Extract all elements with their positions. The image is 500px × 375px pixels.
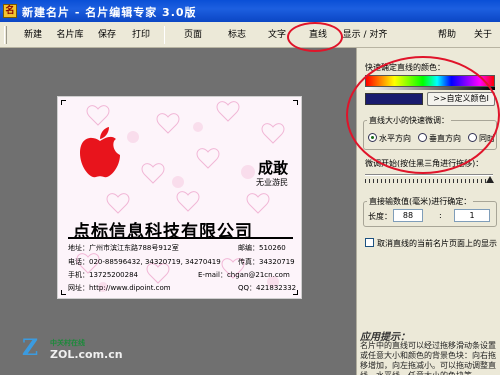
horizontal-radio[interactable]: [368, 133, 377, 142]
watermark-domain: ZOL.com.cn: [50, 348, 123, 361]
corner-mark: [61, 100, 66, 105]
thickness-input[interactable]: 1: [454, 209, 490, 222]
card-divider-line[interactable]: [68, 237, 293, 239]
print-button[interactable]: 打印: [126, 27, 156, 43]
zol-logo: Z: [22, 335, 39, 361]
card-person-name[interactable]: 成敢: [258, 157, 288, 178]
app-icon: 名: [3, 4, 17, 18]
numeric-group-title: 直接输数值(毫米)进行确定：: [367, 196, 474, 207]
hide-line-label[interactable]: 取消直线的当前名片页面上的显示: [377, 238, 497, 249]
page-button[interactable]: 页面: [178, 27, 208, 43]
color-spectrum-picker[interactable]: [365, 75, 495, 87]
length-label: 长度：: [368, 212, 392, 221]
card-phone[interactable]: 电话：020-88596432, 34320719, 34270419: [68, 257, 221, 267]
corner-mark: [293, 100, 298, 105]
hint-body: 名片中的直线可以经过拖移滑动条设置或任意大小和颜色的背景色块：向右拖移增加，向左…: [360, 341, 496, 375]
horizontal-radio-label[interactable]: 水平方向: [379, 133, 411, 144]
card-qq[interactable]: QQ：421832332: [238, 283, 296, 293]
both-radio[interactable]: [468, 133, 477, 142]
corner-mark: [61, 290, 66, 295]
both-radio-label[interactable]: 同时: [479, 133, 495, 144]
card-address[interactable]: 地址：广州市滨江东路788号912室: [68, 243, 179, 253]
card-postcode[interactable]: 邮编：510260: [238, 243, 286, 253]
size-slider-track[interactable]: [365, 174, 493, 176]
toolbar-separator: [164, 26, 165, 44]
watermark-site-name: 中关村在线: [50, 339, 85, 347]
card-fax[interactable]: 传真：34320719: [238, 257, 295, 267]
colon-label: :: [439, 211, 442, 220]
title-bar: 名 新建名片 - 名片编辑专家 3.0版: [0, 0, 500, 22]
save-button[interactable]: 保存: [92, 27, 122, 43]
size-group-title: 直线大小的快速微调：: [367, 115, 451, 126]
slider-thumb[interactable]: [486, 176, 494, 183]
help-button[interactable]: 帮助: [432, 27, 462, 43]
logo-button[interactable]: 标志: [222, 27, 252, 43]
slider-ticks: [365, 179, 493, 183]
display-align-button[interactable]: 显示 / 对齐: [340, 27, 390, 43]
line-button[interactable]: 直线: [303, 27, 333, 43]
apple-logo[interactable]: [78, 127, 122, 179]
card-website[interactable]: 网址：http://www.dipoint.com: [68, 283, 171, 293]
text-button[interactable]: 文字: [262, 27, 292, 43]
card-person-title[interactable]: 无业游民: [256, 177, 288, 188]
hide-line-checkbox[interactable]: [365, 238, 374, 247]
card-email[interactable]: E-mail：chgan@21cn.com: [198, 270, 290, 280]
main-toolbar: 新建 名片库 保存 打印 页面 标志 文字 直线 显示 / 对齐 帮助 关于: [0, 22, 500, 48]
custom-color-button[interactable]: >>自定义颜色I: [427, 92, 495, 106]
vertical-radio-label[interactable]: 垂直方向: [429, 133, 461, 144]
toolbar-grip[interactable]: [4, 26, 7, 44]
length-input[interactable]: 88: [393, 209, 423, 222]
window-title: 新建名片 - 名片编辑专家 3.0版: [22, 6, 197, 19]
business-card[interactable]: 成敢 无业游民 点标信息科技有限公司 地址：广州市滨江东路788号912室 邮编…: [57, 96, 302, 299]
new-button[interactable]: 新建: [18, 27, 48, 43]
card-mobile[interactable]: 手机：13725200284: [68, 270, 138, 280]
color-label: 快速确定直线的颜色：: [365, 63, 445, 72]
zol-watermark: Z 中关村在线 ZOL.com.cn: [22, 335, 123, 365]
slider-label: 微调开始(按住黑三角进行拖移)：: [365, 159, 484, 168]
about-button[interactable]: 关于: [468, 27, 498, 43]
card-library-button[interactable]: 名片库: [52, 27, 88, 43]
vertical-radio[interactable]: [418, 133, 427, 142]
line-properties-panel: 快速确定直线的颜色： >>自定义颜色I 直线大小的快速微调： 水平方向 垂直方向…: [356, 48, 500, 375]
current-color-swatch: [365, 93, 423, 105]
grayscale-picker[interactable]: [365, 87, 495, 90]
